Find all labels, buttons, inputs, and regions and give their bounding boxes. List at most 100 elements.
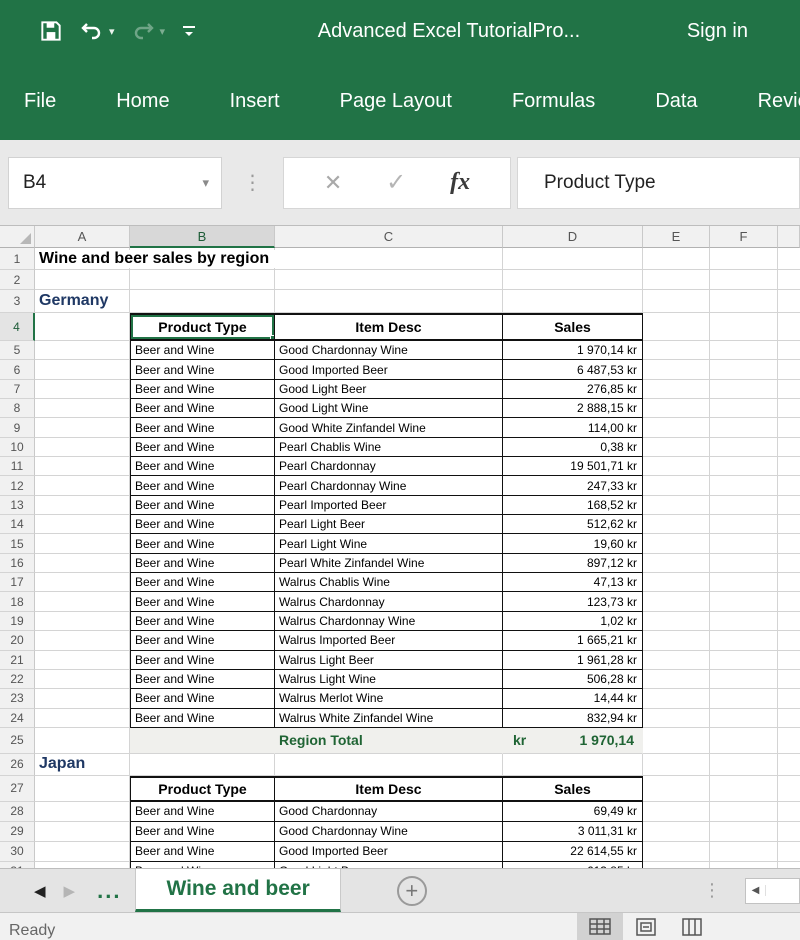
cell[interactable]: [643, 842, 710, 862]
cell-sales[interactable]: 69,49 kr: [503, 802, 643, 822]
cell[interactable]: [35, 554, 130, 573]
cell-sales[interactable]: 506,28 kr: [503, 670, 643, 689]
cell-item-desc[interactable]: Pearl Imported Beer: [275, 496, 503, 515]
row-header[interactable]: 26: [0, 754, 35, 776]
customize-quick-access-toolbar-button[interactable]: [179, 21, 199, 41]
cell-sales[interactable]: 832,94 kr: [503, 709, 643, 728]
cell[interactable]: [275, 270, 503, 290]
row-header[interactable]: 11: [0, 457, 35, 476]
insert-function-icon[interactable]: fx: [450, 169, 470, 196]
cell[interactable]: [710, 592, 778, 611]
cell[interactable]: [643, 476, 710, 495]
cell-product-type[interactable]: Beer and Wine: [130, 592, 275, 611]
horizontal-scrollbar[interactable]: ◀: [745, 878, 800, 904]
cell[interactable]: [35, 313, 130, 341]
cell[interactable]: [643, 776, 710, 802]
region-total-value-cell[interactable]: kr 1 970,14: [503, 728, 643, 754]
row-header-selected[interactable]: 4: [0, 313, 35, 341]
cell[interactable]: [35, 802, 130, 822]
cell[interactable]: [643, 380, 710, 399]
cell[interactable]: [275, 290, 503, 313]
cell-item-desc[interactable]: Walrus Imported Beer: [275, 631, 503, 650]
column-header-g[interactable]: [778, 226, 800, 248]
cell-item-desc[interactable]: Pearl Chablis Wine: [275, 438, 503, 457]
row-header[interactable]: 22: [0, 670, 35, 689]
page-break-view-button[interactable]: [669, 913, 715, 940]
cell[interactable]: [710, 689, 778, 708]
cell[interactable]: [710, 418, 778, 437]
row-header[interactable]: 30: [0, 842, 35, 862]
cell[interactable]: [710, 862, 778, 868]
cell[interactable]: [503, 270, 643, 290]
cell-item-desc[interactable]: Good Light Beer: [275, 380, 503, 399]
cell-sales[interactable]: 168,52 kr: [503, 496, 643, 515]
region-total-label-cell[interactable]: Region Total: [275, 728, 503, 754]
save-button[interactable]: [38, 18, 64, 44]
cell-product-type[interactable]: Beer and Wine: [130, 709, 275, 728]
cell[interactable]: [130, 754, 275, 776]
cell[interactable]: [35, 457, 130, 476]
cell[interactable]: [35, 862, 130, 868]
cell-item-desc[interactable]: Pearl Light Beer: [275, 515, 503, 534]
cell-product-type[interactable]: Beer and Wine: [130, 554, 275, 573]
cell[interactable]: [35, 573, 130, 592]
cell[interactable]: [35, 438, 130, 457]
ribbon-tab[interactable]: File: [0, 90, 80, 113]
row-header[interactable]: 2: [0, 270, 35, 290]
row-header[interactable]: 12: [0, 476, 35, 495]
cell-item-desc[interactable]: Walrus Light Beer: [275, 651, 503, 670]
header-sales[interactable]: Sales: [503, 776, 643, 802]
cell-sales[interactable]: 276,85 kr: [503, 380, 643, 399]
cell[interactable]: [710, 670, 778, 689]
cell-item-desc[interactable]: Good Chardonnay Wine: [275, 341, 503, 360]
cell[interactable]: [643, 534, 710, 553]
cell[interactable]: [643, 822, 710, 842]
cell-product-type[interactable]: Beer and Wine: [130, 802, 275, 822]
cell[interactable]: [710, 802, 778, 822]
cell[interactable]: [710, 457, 778, 476]
row-header[interactable]: 10: [0, 438, 35, 457]
cell[interactable]: [35, 822, 130, 842]
cell[interactable]: [35, 418, 130, 437]
cell[interactable]: [710, 399, 778, 418]
cell-sales[interactable]: 6 487,53 kr: [503, 360, 643, 379]
cell[interactable]: [503, 754, 643, 776]
column-header-f[interactable]: F: [710, 226, 778, 248]
cell-item-desc[interactable]: Pearl White Zinfandel Wine: [275, 554, 503, 573]
enter-icon[interactable]: ✓: [386, 168, 406, 197]
cell-item-desc[interactable]: Good Light Wine: [275, 399, 503, 418]
cell-product-type[interactable]: Beer and Wine: [130, 689, 275, 708]
cell[interactable]: [710, 270, 778, 290]
cell-sales[interactable]: 19,60 kr: [503, 534, 643, 553]
cell-sales[interactable]: 1 665,21 kr: [503, 631, 643, 650]
row-header[interactable]: 18: [0, 592, 35, 611]
sheet-nav-left-icon[interactable]: ◀: [34, 882, 46, 900]
cell[interactable]: [710, 476, 778, 495]
cell-product-type[interactable]: Beer and Wine: [130, 496, 275, 515]
cell[interactable]: [643, 457, 710, 476]
cell-product-type[interactable]: Beer and Wine: [130, 418, 275, 437]
cell-item-desc[interactable]: Walrus White Zinfandel Wine: [275, 709, 503, 728]
cell[interactable]: [35, 651, 130, 670]
cell[interactable]: [643, 709, 710, 728]
sign-in-button[interactable]: Sign in: [687, 20, 748, 43]
cell-sales[interactable]: 512,62 kr: [503, 515, 643, 534]
cell-product-type[interactable]: Beer and Wine: [130, 360, 275, 379]
cell[interactable]: [710, 554, 778, 573]
column-header-d[interactable]: D: [503, 226, 643, 248]
cell[interactable]: [503, 248, 643, 270]
cell[interactable]: [643, 554, 710, 573]
cell-item-desc[interactable]: Good Light Beer: [275, 862, 503, 868]
cell[interactable]: [643, 270, 710, 290]
cell[interactable]: [643, 754, 710, 776]
cell[interactable]: [35, 631, 130, 650]
row-header[interactable]: 14: [0, 515, 35, 534]
cell-sales[interactable]: 1,02 kr: [503, 612, 643, 631]
cell[interactable]: [35, 380, 130, 399]
cell-sales[interactable]: 897,12 kr: [503, 554, 643, 573]
undo-dropdown-icon[interactable]: ▾: [109, 25, 115, 38]
cell-sales[interactable]: 0,38 kr: [503, 438, 643, 457]
cell[interactable]: [710, 631, 778, 650]
cell[interactable]: [710, 709, 778, 728]
cell[interactable]: [35, 496, 130, 515]
